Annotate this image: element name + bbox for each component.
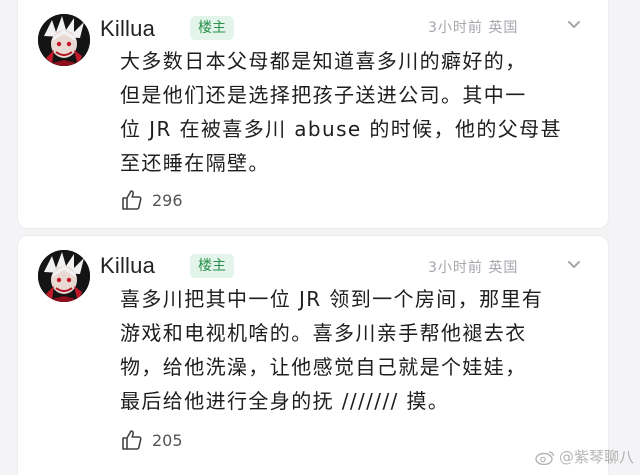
more-icon[interactable] bbox=[565, 256, 583, 274]
op-badge: 楼主 bbox=[190, 16, 234, 40]
comment-text: 喜多川把其中一位 JR 领到一个房间，那里有 游戏和电视机啥的。喜多川亲手帮他褪… bbox=[120, 287, 544, 413]
username[interactable]: Killua bbox=[100, 253, 155, 279]
username[interactable]: Killua bbox=[100, 16, 155, 42]
watermark: @紫琴聊八 bbox=[535, 446, 634, 467]
comment-meta: 3小时前 英国 bbox=[428, 20, 519, 36]
more-icon[interactable] bbox=[565, 16, 583, 34]
op-badge: 楼主 bbox=[190, 254, 234, 278]
avatar[interactable] bbox=[38, 14, 90, 66]
like-count: 296 bbox=[152, 190, 183, 210]
comment-meta: 3小时前 英国 bbox=[428, 260, 519, 276]
thumbs-up-icon bbox=[122, 190, 142, 210]
like-button[interactable]: 296 bbox=[120, 187, 183, 213]
weibo-logo-icon bbox=[535, 450, 555, 465]
avatar[interactable] bbox=[38, 250, 90, 302]
like-count: 205 bbox=[152, 430, 183, 450]
comment-text: 大多数日本父母都是知道喜多川的癖好的， 但是他们还是选择把孩子送进公司。其中一 … bbox=[120, 49, 562, 175]
comment-thread: Killua 楼主 3小时前 英国 大多数日本父母都是知道喜多川的癖好的， 但是… bbox=[0, 0, 640, 475]
thumbs-up-icon bbox=[122, 430, 142, 450]
anime-avatar-icon bbox=[38, 250, 90, 302]
like-button[interactable]: 205 bbox=[120, 427, 183, 453]
watermark-text: @紫琴聊八 bbox=[559, 448, 635, 466]
anime-avatar-icon bbox=[38, 14, 90, 66]
